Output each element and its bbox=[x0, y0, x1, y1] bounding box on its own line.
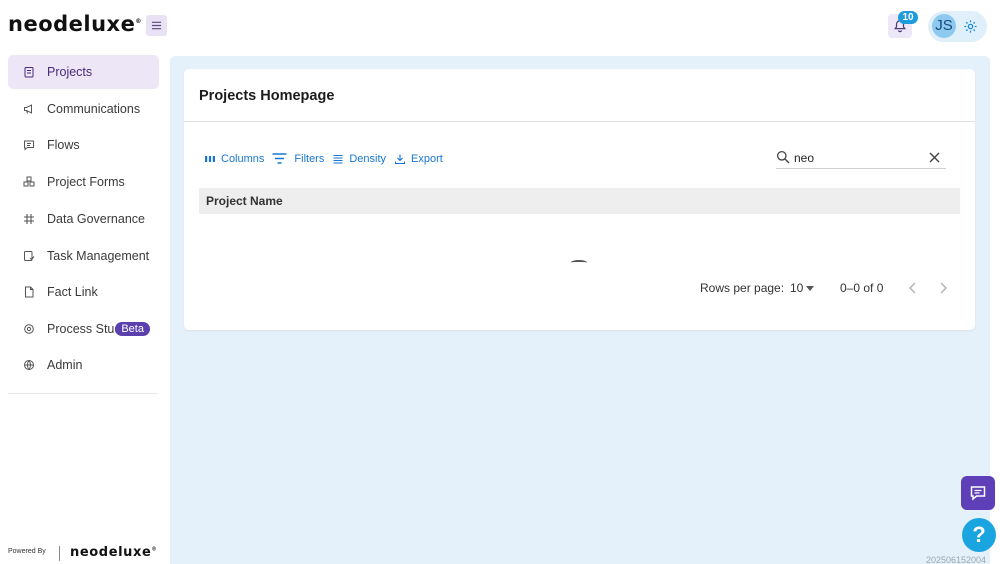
grid-toolbar: Columns Filters Density Export bbox=[204, 152, 451, 165]
sidebar-item-label: Flows bbox=[47, 138, 80, 152]
column-header-project-name[interactable]: Project Name bbox=[206, 194, 283, 208]
sidebar-item-label: Communications bbox=[47, 102, 141, 116]
chevron-right-icon[interactable] bbox=[938, 282, 948, 294]
sidebar-item-project-forms[interactable]: Project Forms bbox=[8, 165, 159, 199]
process-icon bbox=[22, 322, 36, 336]
projects-card: Projects Homepage Columns Filters Densit… bbox=[184, 69, 975, 330]
sidebar-item-communications[interactable]: Communications bbox=[8, 92, 159, 126]
footer-divider bbox=[59, 546, 60, 561]
sidebar-item-label: Data Governance bbox=[47, 212, 145, 226]
rows-per-page-label: Rows per page: bbox=[700, 281, 785, 295]
task-icon bbox=[22, 249, 36, 263]
filter-icon bbox=[272, 153, 287, 164]
top-bar: neodeluxe® 10 JS bbox=[0, 0, 1000, 52]
globe-icon bbox=[22, 358, 36, 372]
sidebar-item-admin[interactable]: Admin bbox=[8, 348, 159, 382]
columns-icon bbox=[205, 155, 215, 162]
rows-per-page-select[interactable]: 10 bbox=[790, 281, 815, 295]
sidebar-item-task-management[interactable]: Task Management bbox=[8, 239, 159, 273]
chat-bubble-icon bbox=[970, 486, 986, 501]
help-button[interactable]: ? bbox=[962, 518, 996, 552]
footer-logo: neodeluxe® bbox=[70, 545, 158, 560]
sidebar-divider bbox=[8, 393, 158, 394]
powered-by-label: Powered By bbox=[8, 548, 46, 555]
chat-button[interactable] bbox=[961, 476, 995, 510]
sidebar-item-label: Projects bbox=[47, 65, 93, 79]
sidebar-item-label: Admin bbox=[47, 358, 83, 372]
sidebar-item-data-governance[interactable]: Data Governance bbox=[8, 202, 159, 236]
sidebar-item-label: Process Stud bbox=[47, 322, 122, 336]
sidebar-item-label: Fact Link bbox=[47, 285, 98, 299]
close-icon[interactable] bbox=[929, 152, 940, 163]
sidebar-item-process-studio[interactable]: Process Stud Beta bbox=[8, 312, 159, 346]
notification-count-badge: 10 bbox=[898, 11, 918, 24]
build-number: 202506152004 bbox=[926, 555, 987, 564]
export-button[interactable]: Export bbox=[394, 153, 443, 165]
gear-icon[interactable] bbox=[963, 19, 978, 34]
search-input[interactable] bbox=[794, 149, 914, 167]
table-header: Project Name bbox=[199, 188, 960, 214]
search-field bbox=[776, 147, 946, 169]
page-title: Projects Homepage bbox=[199, 88, 335, 104]
forms-icon bbox=[22, 175, 36, 189]
sidebar-item-flows[interactable]: Flows bbox=[8, 128, 159, 162]
avatar[interactable]: JS bbox=[932, 14, 956, 38]
pagination-range: 0–0 of 0 bbox=[840, 281, 884, 295]
hamburger-menu-button[interactable] bbox=[146, 15, 167, 36]
chat-icon bbox=[22, 138, 36, 152]
chevron-down-icon bbox=[806, 285, 815, 291]
search-icon bbox=[776, 150, 790, 164]
sidebar-item-fact-link[interactable]: Fact Link bbox=[8, 275, 159, 309]
sidebar: Projects Communications Flows Project Fo… bbox=[0, 52, 166, 564]
grid-icon bbox=[22, 212, 36, 226]
sidebar-item-label: Project Forms bbox=[47, 175, 125, 189]
columns-button[interactable]: Columns bbox=[204, 153, 264, 165]
density-icon bbox=[333, 154, 343, 164]
card-divider bbox=[184, 121, 975, 122]
beta-badge: Beta bbox=[115, 322, 150, 336]
megaphone-icon bbox=[22, 102, 36, 116]
sidebar-item-projects[interactable]: Projects bbox=[8, 55, 159, 89]
brand-logo[interactable]: neodeluxe® bbox=[8, 12, 142, 36]
file-icon bbox=[22, 285, 36, 299]
loading-spinner bbox=[571, 260, 587, 265]
download-icon bbox=[394, 154, 406, 164]
chevron-left-icon[interactable] bbox=[908, 282, 918, 294]
density-button[interactable]: Density bbox=[332, 153, 386, 165]
filters-button[interactable]: Filters bbox=[272, 152, 324, 165]
clipboard-icon bbox=[22, 65, 36, 79]
sidebar-item-label: Task Management bbox=[47, 249, 150, 263]
hamburger-icon bbox=[151, 21, 162, 30]
question-icon: ? bbox=[972, 522, 986, 547]
